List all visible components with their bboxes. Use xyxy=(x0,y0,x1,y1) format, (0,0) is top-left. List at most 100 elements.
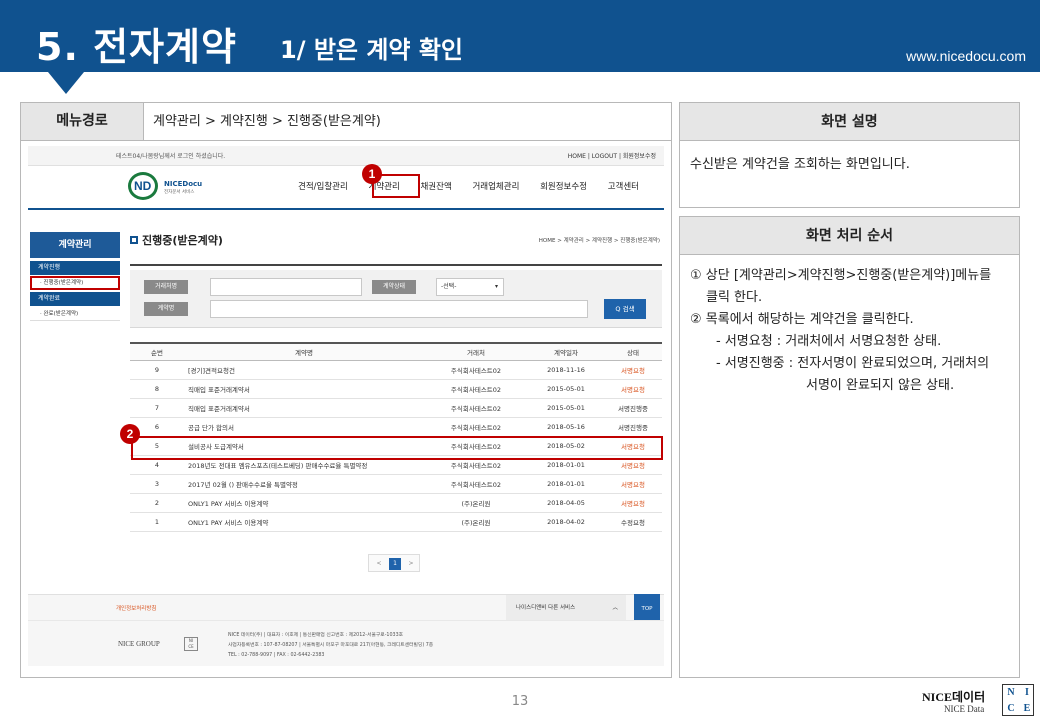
step-line-3: ② 목록에서 해당하는 계약건을 클릭한다. xyxy=(690,312,914,327)
privacy-link[interactable]: 개인정보처리방침 xyxy=(116,604,156,612)
screen-description-title: 화면 설명 xyxy=(680,103,1019,141)
logo-nd-glyph: ND xyxy=(134,179,152,193)
app-screenshot: 테스트04/나몸랑님께서 로그인 하셨습니다. HOME | LOGOUT | … xyxy=(28,146,664,666)
gnb-item-quote[interactable]: 견적/입찰관리 xyxy=(298,180,348,192)
site-url: www.nicedocu.com xyxy=(906,48,1026,64)
cell-contract-name[interactable]: [경기]견적요청건 xyxy=(184,360,424,380)
cell-no: 3 xyxy=(130,474,184,494)
page-title: 진행중(받은계약) xyxy=(130,232,223,248)
page-number: 13 xyxy=(511,694,529,709)
gnb-item-balance[interactable]: 채권잔액 xyxy=(420,180,451,192)
breadcrumb: HOME > 계약관리 > 계약진행 > 진행중(받은계약) xyxy=(538,238,660,244)
cell-status: 서명진행중 xyxy=(604,398,662,418)
cell-no: 8 xyxy=(130,379,184,399)
status-select[interactable]: -선택- ▾ xyxy=(436,278,504,296)
chevron-down-icon: ▾ xyxy=(494,283,498,290)
cell-partner: (주)온리원 xyxy=(424,493,528,513)
logo-letter-c: C xyxy=(1007,703,1015,714)
nicedocu-logo[interactable]: ND NICEDocu 전자문서 서비스 xyxy=(128,172,202,200)
table-row[interactable]: 3 2017년 02월 () 판매수수료율 특별약정 주식회사테스트02 2018-0… xyxy=(130,474,662,494)
pager-next[interactable]: > xyxy=(405,558,417,570)
table-row[interactable]: 9 [경기]견적요청건 주식회사테스트02 2018-11-16 서명요청 xyxy=(130,360,662,380)
cell-contract-name[interactable]: 직매입 표준거래계약서 xyxy=(184,398,424,418)
table-row[interactable]: 7 직매입 표준거래계약서 주식회사테스트02 2015-05-01 서명진행중 xyxy=(130,398,662,418)
contract-name-label: 계약명 xyxy=(144,302,188,316)
top-button[interactable]: TOP xyxy=(634,594,660,620)
menu-path-row: 메뉴경로 계약관리 > 계약진행 > 진행중(받은계약) xyxy=(21,103,671,141)
lnb-section-progress[interactable]: 계약진행 xyxy=(30,261,120,275)
cell-no: 2 xyxy=(130,493,184,513)
step-line-1: ① 상단 [계약관리>계약진행>진행중(받은계약)]메뉴를 xyxy=(690,268,992,283)
pager-prev[interactable]: < xyxy=(373,558,385,570)
cell-contract-name[interactable]: 공급 단가 합의서 xyxy=(184,417,424,437)
footer-bottom: NICE GROUP NI CE NICE 데이터(주) | 대표자 : 이호제 … xyxy=(28,620,664,666)
title-divider xyxy=(130,264,662,266)
cell-contract-name[interactable]: ONLY1 PAY 서비스 이용계약 xyxy=(184,512,424,532)
cell-contract-name[interactable]: 직매입 표준거래계약서 xyxy=(184,379,424,399)
gnb-item-member[interactable]: 회원정보수정 xyxy=(540,180,587,192)
process-steps-title: 화면 처리 순서 xyxy=(680,217,1019,255)
nice-logo-icon: N I C E xyxy=(1002,684,1034,716)
family-site-select[interactable]: 나이스디앤비 다른 서비스 ︿ xyxy=(506,595,626,621)
nice-group-label: NICE GROUP xyxy=(118,640,160,648)
partner-input[interactable] xyxy=(210,278,362,296)
cell-status: 서명요청 xyxy=(604,493,662,513)
contract-name-input[interactable] xyxy=(210,300,588,318)
cell-date: 2018-04-02 xyxy=(528,512,604,532)
cell-partner: 주식회사테스트02 xyxy=(424,379,528,399)
cell-contract-name[interactable]: ONLY1 PAY 서비스 이용계약 xyxy=(184,493,424,513)
cell-status: 서명진행중 xyxy=(604,417,662,437)
cell-partner: 주식회사테스트02 xyxy=(424,398,528,418)
process-steps-list: ① 상단 [계약관리>계약진행>진행중(받은계약)]메뉴를 클릭 한다. ② 목… xyxy=(680,255,1019,407)
cell-date: 2018-01-01 xyxy=(528,474,604,494)
search-button[interactable]: Q 검색 xyxy=(604,299,646,319)
search-panel: 거래처명 계약상태 -선택- ▾ 계약명 Q 검색 xyxy=(130,270,662,328)
global-nav: 견적/입찰관리 계약관리 채권잔액 거래업체관리 회원정보수정 고객센터 xyxy=(298,180,657,192)
step-line-5: - 서명진행중 : 전자서명이 완료되었으며, 거래처의 xyxy=(716,356,990,371)
pagination: < 1 > xyxy=(368,554,420,572)
logo-subtext: 전자문서 서비스 xyxy=(164,190,195,195)
lnb-item-completed[interactable]: · 완료(받은계약) xyxy=(30,307,120,321)
col-header-partner: 거래처 xyxy=(424,342,528,361)
brand-subname: NICE Data xyxy=(944,704,985,714)
pager-current[interactable]: 1 xyxy=(389,558,401,570)
screen-description-panel: 화면 설명 수신받은 계약건을 조회하는 화면입니다. xyxy=(679,102,1020,208)
gnb-item-support[interactable]: 고객센터 xyxy=(608,180,639,192)
step-badge-2: 2 xyxy=(120,424,140,444)
cell-partner: 주식회사테스트02 xyxy=(424,417,528,437)
table-row[interactable]: 8 직매입 표준거래계약서 주식회사테스트02 2015-05-01 서명요청 xyxy=(130,379,662,399)
company-info-line2: 사업자등록번호 : 107-87-08207 | 서울특별시 마포구 마포대로 … xyxy=(228,643,434,648)
cell-partner: 주식회사테스트02 xyxy=(424,474,528,494)
cell-date: 2018-11-16 xyxy=(528,360,604,380)
cell-date: 2018-05-16 xyxy=(528,417,604,437)
brand-name: NICE데이터 xyxy=(922,690,986,704)
page-title-text: 진행중(받은계약) xyxy=(142,234,223,247)
logo-letter-i: I xyxy=(1025,687,1029,698)
top-links[interactable]: HOME | LOGOUT | 회원정보수정 xyxy=(568,151,656,160)
table-row[interactable]: 1 ONLY1 PAY 서비스 이용계약 (주)온리원 2018-04-02 수정요청 xyxy=(130,512,662,532)
lnb-section-complete[interactable]: 계약완료 xyxy=(30,292,120,306)
logo-text: NICEDocu xyxy=(164,180,203,188)
cell-contract-name[interactable]: 2017년 02월 () 판매수수료율 특별약정 xyxy=(184,474,424,494)
table-row[interactable]: 2 ONLY1 PAY 서비스 이용계약 (주)온리원 2018-04-05 서명요청 xyxy=(130,493,662,513)
cell-status: 수정요청 xyxy=(604,512,662,532)
step-line-2: 클릭 한다. xyxy=(706,290,763,305)
company-info: NICE 데이터(주) | 대표자 : 이호제 | 통신판매업 신고번호 : 제… xyxy=(228,631,433,661)
slide-title: 5. 전자계약 xyxy=(36,25,237,69)
highlight-table-row xyxy=(131,436,663,460)
col-header-no: 순번 xyxy=(130,342,184,361)
menu-path-value: 계약관리 > 계약진행 > 진행중(받은계약) xyxy=(153,114,381,129)
highlight-lnb-item xyxy=(30,276,120,290)
gnb-item-partners[interactable]: 거래업체관리 xyxy=(472,180,519,192)
login-message: 테스트04/나몸랑님께서 로그인 하셨습니다. xyxy=(116,153,226,160)
col-header-date: 계약일자 xyxy=(528,342,604,361)
table-row[interactable]: 6 공급 단가 합의서 주식회사테스트02 2018-05-16 서명진행중 xyxy=(130,417,662,437)
title-square-icon xyxy=(130,236,138,244)
app-topbar: 테스트04/나몸랑님께서 로그인 하셨습니다. HOME | LOGOUT | … xyxy=(28,146,664,166)
nice-mini-logo-icon: NI CE xyxy=(184,637,198,651)
process-steps-panel: 화면 처리 순서 ① 상단 [계약관리>계약진행>진행중(받은계약)]메뉴를 클… xyxy=(679,216,1020,678)
cell-date: 2015-05-01 xyxy=(528,398,604,418)
cell-status: 서명요청 xyxy=(604,379,662,399)
menu-path-label: 메뉴경로 xyxy=(21,103,144,140)
screen-description-text: 수신받은 계약건을 조회하는 화면입니다. xyxy=(690,157,910,172)
